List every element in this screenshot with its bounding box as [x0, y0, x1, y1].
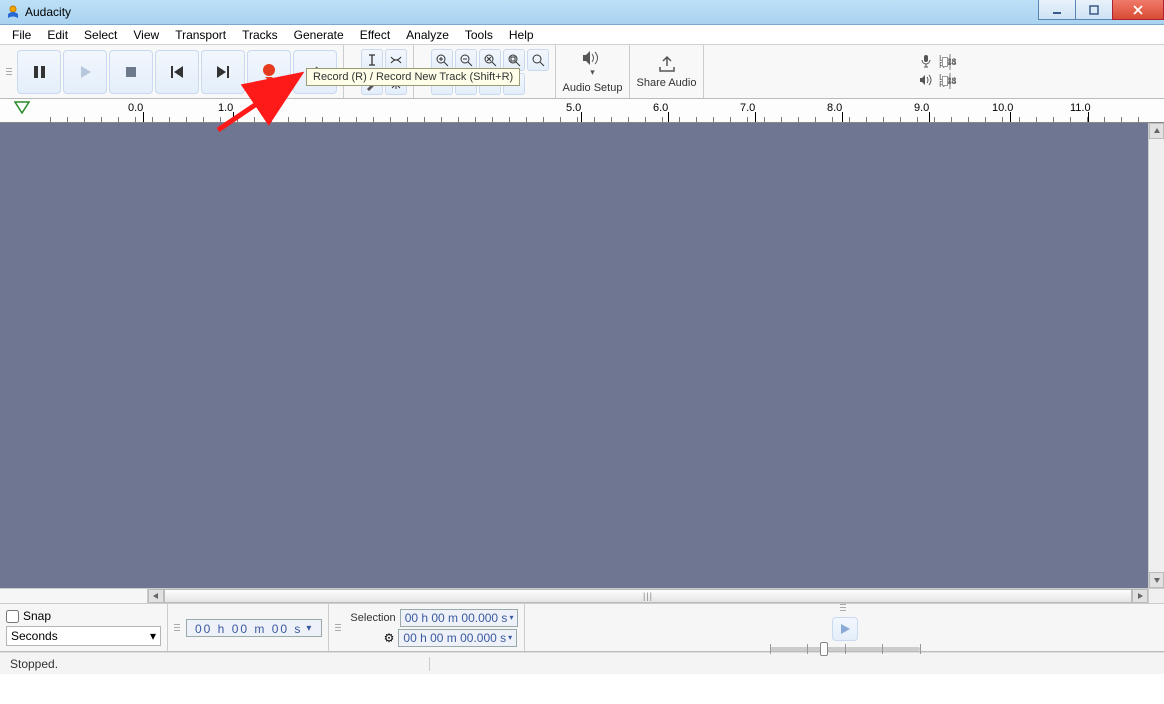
pause-button[interactable]	[17, 50, 61, 94]
menu-analyze[interactable]: Analyze	[398, 26, 457, 44]
share-icon	[657, 55, 677, 73]
chevron-down-icon[interactable]: ▾	[306, 623, 313, 634]
playhead-icon[interactable]	[14, 101, 30, 115]
menu-generate[interactable]: Generate	[286, 26, 352, 44]
record-button[interactable]	[247, 50, 291, 94]
meter-end-icon	[942, 57, 948, 67]
selection-panel: Selection 00 h 00 m 00.000 s▾ ⚙ 00 h 00 …	[329, 604, 525, 651]
skip-start-button[interactable]	[155, 50, 199, 94]
scroll-right-button[interactable]	[1132, 589, 1148, 603]
slider-knob[interactable]	[820, 642, 828, 656]
scroll-down-button[interactable]	[1149, 572, 1164, 588]
chevron-down-icon[interactable]: ▾	[508, 633, 512, 642]
recording-meter[interactable]: -48 -24	[949, 54, 951, 70]
speaker-icon	[581, 49, 605, 65]
zoom-toggle-button[interactable]	[527, 49, 549, 71]
audio-setup-label: Audio Setup	[563, 82, 623, 94]
hscroll-pad	[0, 589, 148, 603]
status-bar: Stopped.	[0, 652, 1164, 674]
track-canvas[interactable]	[0, 123, 1148, 588]
grip-icon[interactable]	[840, 604, 846, 611]
menu-bar: File Edit Select View Transport Tracks G…	[0, 25, 1164, 45]
skip-end-button[interactable]	[201, 50, 245, 94]
window-title: Audacity	[25, 5, 71, 19]
menu-help[interactable]: Help	[501, 26, 542, 44]
minimize-button[interactable]	[1038, 0, 1076, 20]
playback-speed-slider[interactable]	[770, 647, 920, 651]
snap-panel: Snap Seconds ▾	[0, 604, 168, 651]
chevron-down-icon[interactable]: ▾	[509, 613, 513, 622]
menu-select[interactable]: Select	[76, 26, 125, 44]
app-icon	[6, 5, 20, 19]
bottom-toolbar: Snap Seconds ▾ 00 h 00 m 00 s▾ Selection…	[0, 604, 1164, 652]
grip-icon[interactable]	[6, 68, 12, 75]
grip-icon[interactable]	[174, 624, 180, 631]
play-speed-panel	[525, 604, 1164, 651]
timecode-display[interactable]: 00 h 00 m 00 s▾	[186, 619, 322, 637]
share-audio-label: Share Audio	[637, 77, 697, 89]
meter-toolbar: LR -48 -24 LR -48 -24	[704, 45, 1164, 98]
playback-meter[interactable]: -48 -24	[949, 73, 951, 89]
audio-setup-button[interactable]: ▾ Audio Setup	[556, 45, 630, 98]
grip-icon[interactable]	[335, 624, 341, 631]
stop-button[interactable]	[109, 50, 153, 94]
close-button[interactable]	[1112, 0, 1164, 20]
timecode-panel: 00 h 00 m 00 s▾	[168, 604, 329, 651]
menu-effect[interactable]: Effect	[352, 26, 398, 44]
toolbar: ▾ Audio Setup Share Audio LR -48 -24 LR …	[0, 45, 1164, 99]
meter-end-icon	[942, 76, 948, 86]
transport-toolbar	[0, 45, 344, 98]
share-audio-button[interactable]: Share Audio	[630, 45, 704, 98]
menu-tracks[interactable]: Tracks	[234, 26, 286, 44]
play-at-speed-button[interactable]	[832, 617, 858, 641]
chevron-down-icon: ▾	[150, 629, 156, 643]
speaker-icon[interactable]	[917, 73, 935, 90]
mic-icon[interactable]	[917, 54, 935, 71]
selection-label: Selection	[350, 612, 395, 624]
maximize-button[interactable]	[1075, 0, 1113, 20]
vertical-scrollbar[interactable]	[1148, 123, 1164, 588]
gear-icon[interactable]: ⚙	[350, 631, 394, 645]
horizontal-scrollbar[interactable]: |||	[148, 589, 1148, 603]
horizontal-scrollbar-row: |||	[0, 588, 1164, 604]
menu-file[interactable]: File	[4, 26, 39, 44]
snap-checkbox-input[interactable]	[6, 610, 19, 623]
window-controls	[1039, 0, 1164, 20]
record-tooltip: Record (R) / Record New Track (Shift+R)	[306, 68, 520, 86]
menu-edit[interactable]: Edit	[39, 26, 76, 44]
scroll-up-button[interactable]	[1149, 123, 1164, 139]
menu-transport[interactable]: Transport	[167, 26, 234, 44]
selection-start-field[interactable]: 00 h 00 m 00.000 s▾	[400, 609, 519, 627]
snap-checkbox[interactable]: Snap	[6, 609, 161, 623]
scroll-left-button[interactable]	[148, 589, 164, 603]
track-area	[0, 123, 1164, 588]
selection-end-field[interactable]: 00 h 00 m 00.000 s▾	[398, 629, 517, 647]
menu-view[interactable]: View	[125, 26, 167, 44]
scrollbar-thumb[interactable]: |||	[164, 589, 1132, 603]
menu-tools[interactable]: Tools	[457, 26, 501, 44]
play-button[interactable]	[63, 50, 107, 94]
title-bar: Audacity	[0, 0, 1164, 25]
status-text: Stopped.	[10, 657, 430, 671]
snap-units-select[interactable]: Seconds ▾	[6, 626, 161, 646]
timeline-ruler[interactable]: 0.0 1.0 5.0 6.0 7.0 8.0 9.0 10.0 11.0	[0, 99, 1164, 123]
